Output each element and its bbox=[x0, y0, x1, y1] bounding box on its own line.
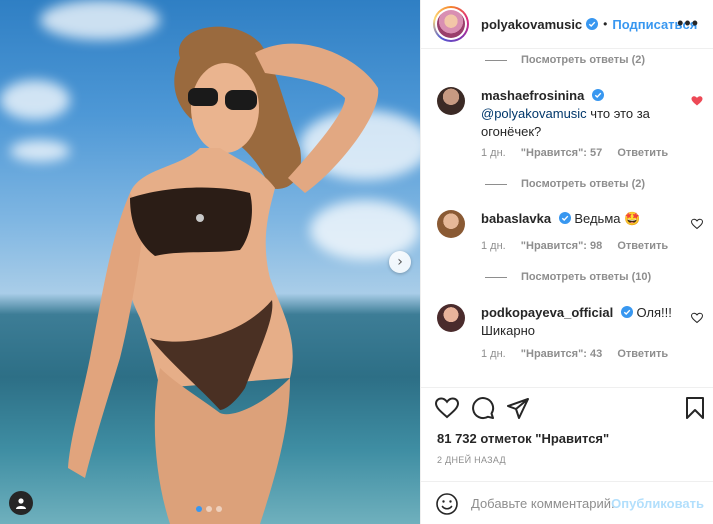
post-actions bbox=[421, 387, 713, 427]
carousel-dots bbox=[196, 506, 222, 512]
view-replies-button[interactable]: Посмотреть ответы (2) bbox=[485, 178, 645, 190]
heart-icon[interactable] bbox=[435, 396, 459, 420]
commenter-username[interactable]: mashaefrosinina bbox=[481, 88, 584, 103]
view-replies-button[interactable]: Посмотреть ответы (2) bbox=[485, 54, 645, 66]
author-avatar[interactable] bbox=[433, 6, 469, 42]
reply-button[interactable]: Ответить bbox=[617, 147, 668, 159]
verified-icon bbox=[591, 89, 604, 101]
reply-button[interactable]: Ответить bbox=[617, 240, 668, 252]
author-username[interactable]: polyakovamusic bbox=[481, 17, 582, 32]
comment-meta: 1 дн. "Нравится": 57 Ответить bbox=[481, 147, 680, 159]
reply-button[interactable]: Ответить bbox=[617, 348, 668, 360]
comment-time: 1 дн. bbox=[481, 348, 506, 360]
post-photo[interactable]: › bbox=[0, 0, 420, 524]
comment-meta: 1 дн. "Нравится": 98 Ответить bbox=[481, 240, 680, 252]
bookmark-icon[interactable] bbox=[683, 396, 707, 420]
heart-icon[interactable] bbox=[691, 312, 703, 324]
post-side-panel: polyakovamusic • Подписаться ••• Посмотр… bbox=[420, 0, 713, 524]
chevron-right-icon: › bbox=[397, 254, 403, 270]
user-icon bbox=[16, 498, 26, 509]
comment-input[interactable] bbox=[471, 491, 619, 515]
verified-icon bbox=[620, 306, 633, 318]
comment-time: 1 дн. bbox=[481, 147, 506, 159]
comment-text: Ведьма 🤩 bbox=[574, 211, 641, 226]
view-replies-button[interactable]: Посмотреть ответы (10) bbox=[485, 271, 651, 283]
more-options-icon[interactable]: ••• bbox=[677, 13, 699, 34]
publish-button[interactable]: Опубликовать bbox=[611, 496, 704, 511]
separator-dot: • bbox=[603, 17, 608, 31]
comment-meta: 1 дн. "Нравится": 43 Ответить bbox=[481, 348, 680, 360]
heart-icon[interactable] bbox=[691, 95, 703, 107]
comment-likes[interactable]: "Нравится": 98 bbox=[521, 240, 602, 252]
post-header: polyakovamusic • Подписаться ••• bbox=[421, 0, 713, 49]
commenter-avatar[interactable] bbox=[437, 87, 465, 115]
commenter-avatar[interactable] bbox=[437, 210, 465, 238]
commenter-username[interactable]: babaslavka bbox=[481, 211, 551, 226]
post-timestamp: 2 ДНЕЙ НАЗАД bbox=[437, 455, 506, 465]
comment-likes[interactable]: "Нравится": 43 bbox=[521, 348, 602, 360]
comment-time: 1 дн. bbox=[481, 240, 506, 252]
heart-icon[interactable] bbox=[691, 218, 703, 230]
tagged-users-button[interactable] bbox=[9, 491, 33, 515]
commenter-username[interactable]: podkopayeva_official bbox=[481, 305, 613, 320]
share-icon[interactable] bbox=[506, 396, 530, 420]
add-comment-form: Опубликовать bbox=[421, 481, 713, 524]
verified-icon bbox=[558, 212, 571, 224]
comments-list: Посмотреть ответы (2) mashaefrosinina @p… bbox=[421, 49, 713, 387]
model-figure bbox=[68, 26, 379, 524]
next-photo-button[interactable]: › bbox=[389, 251, 411, 273]
commenter-avatar[interactable] bbox=[437, 304, 465, 332]
comment-likes[interactable]: "Нравится": 57 bbox=[521, 147, 602, 159]
likes-count[interactable]: 81 732 отметок "Нравится" bbox=[437, 431, 609, 446]
comment-icon[interactable] bbox=[471, 396, 495, 420]
emoji-icon[interactable] bbox=[435, 492, 459, 516]
verified-icon bbox=[586, 18, 599, 30]
comment-mention[interactable]: @polyakovamusic bbox=[481, 106, 587, 121]
